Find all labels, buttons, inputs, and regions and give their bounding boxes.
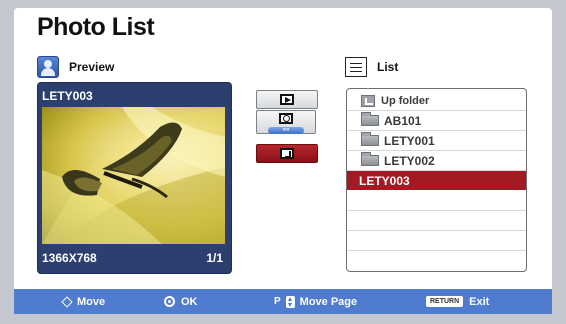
move-hint: Move (61, 289, 105, 314)
ok-hint: OK (164, 289, 198, 314)
list-item-selected[interactable]: LETY003 (347, 171, 526, 190)
preview-resolution: 1366X768 (42, 251, 97, 265)
list-item-label: LETY001 (384, 133, 435, 148)
clock-icon (279, 113, 293, 124)
file-list: Up folder AB101 LETY001 LETY002 LETY003 (346, 88, 527, 272)
list-item[interactable]: Up folder (347, 91, 526, 111)
move-page-label: Move Page (299, 295, 358, 308)
list-item[interactable]: LETY001 (347, 131, 526, 151)
list-label: List (377, 60, 399, 74)
preview-label: Preview (69, 60, 115, 74)
speed-indicator: »» (268, 127, 304, 134)
preview-photo (42, 107, 225, 244)
exit-label: Exit (469, 295, 490, 308)
list-item-label: LETY003 (359, 173, 410, 188)
page-title: Photo List (37, 13, 155, 41)
list-icon (345, 57, 367, 77)
list-header: List (345, 56, 398, 78)
folder-icon (361, 132, 379, 146)
empty-row (347, 191, 526, 211)
butterfly-flower-image (42, 107, 225, 244)
ok-button-icon (164, 296, 175, 307)
folder-icon (361, 112, 379, 126)
empty-row (347, 211, 526, 231)
move-label: Move (77, 295, 106, 308)
list-item-label: AB101 (384, 113, 422, 128)
slideshow-button[interactable] (256, 90, 318, 109)
background-music-button[interactable] (256, 144, 318, 163)
person-icon (37, 56, 59, 78)
list-item-label: Up folder (381, 94, 430, 107)
preview-filename: LETY003 (42, 89, 93, 103)
exit-hint: RETURN Exit (426, 289, 489, 314)
preview-header: Preview (37, 56, 114, 78)
music-icon (280, 148, 294, 159)
folder-icon (361, 152, 379, 166)
list-item[interactable]: LETY002 (347, 151, 526, 171)
directional-pad-icon (61, 296, 73, 308)
ok-label: OK (181, 295, 198, 308)
list-item[interactable]: AB101 (347, 111, 526, 131)
page-key-label: P (274, 296, 281, 307)
preview-box: LETY003 1366X768 1/1 (37, 82, 232, 274)
footer-help-bar: Move OK P Move Page RETURN Exit (14, 289, 552, 314)
empty-row (347, 251, 526, 270)
move-page-hint: P Move Page (274, 289, 357, 314)
empty-row (347, 231, 526, 251)
return-key-icon: RETURN (426, 296, 464, 307)
play-icon (280, 94, 294, 105)
preview-page-count: 1/1 (206, 251, 223, 265)
page-up-down-icon (285, 295, 295, 308)
list-item-label: LETY002 (384, 153, 435, 168)
up-folder-icon (361, 94, 375, 107)
